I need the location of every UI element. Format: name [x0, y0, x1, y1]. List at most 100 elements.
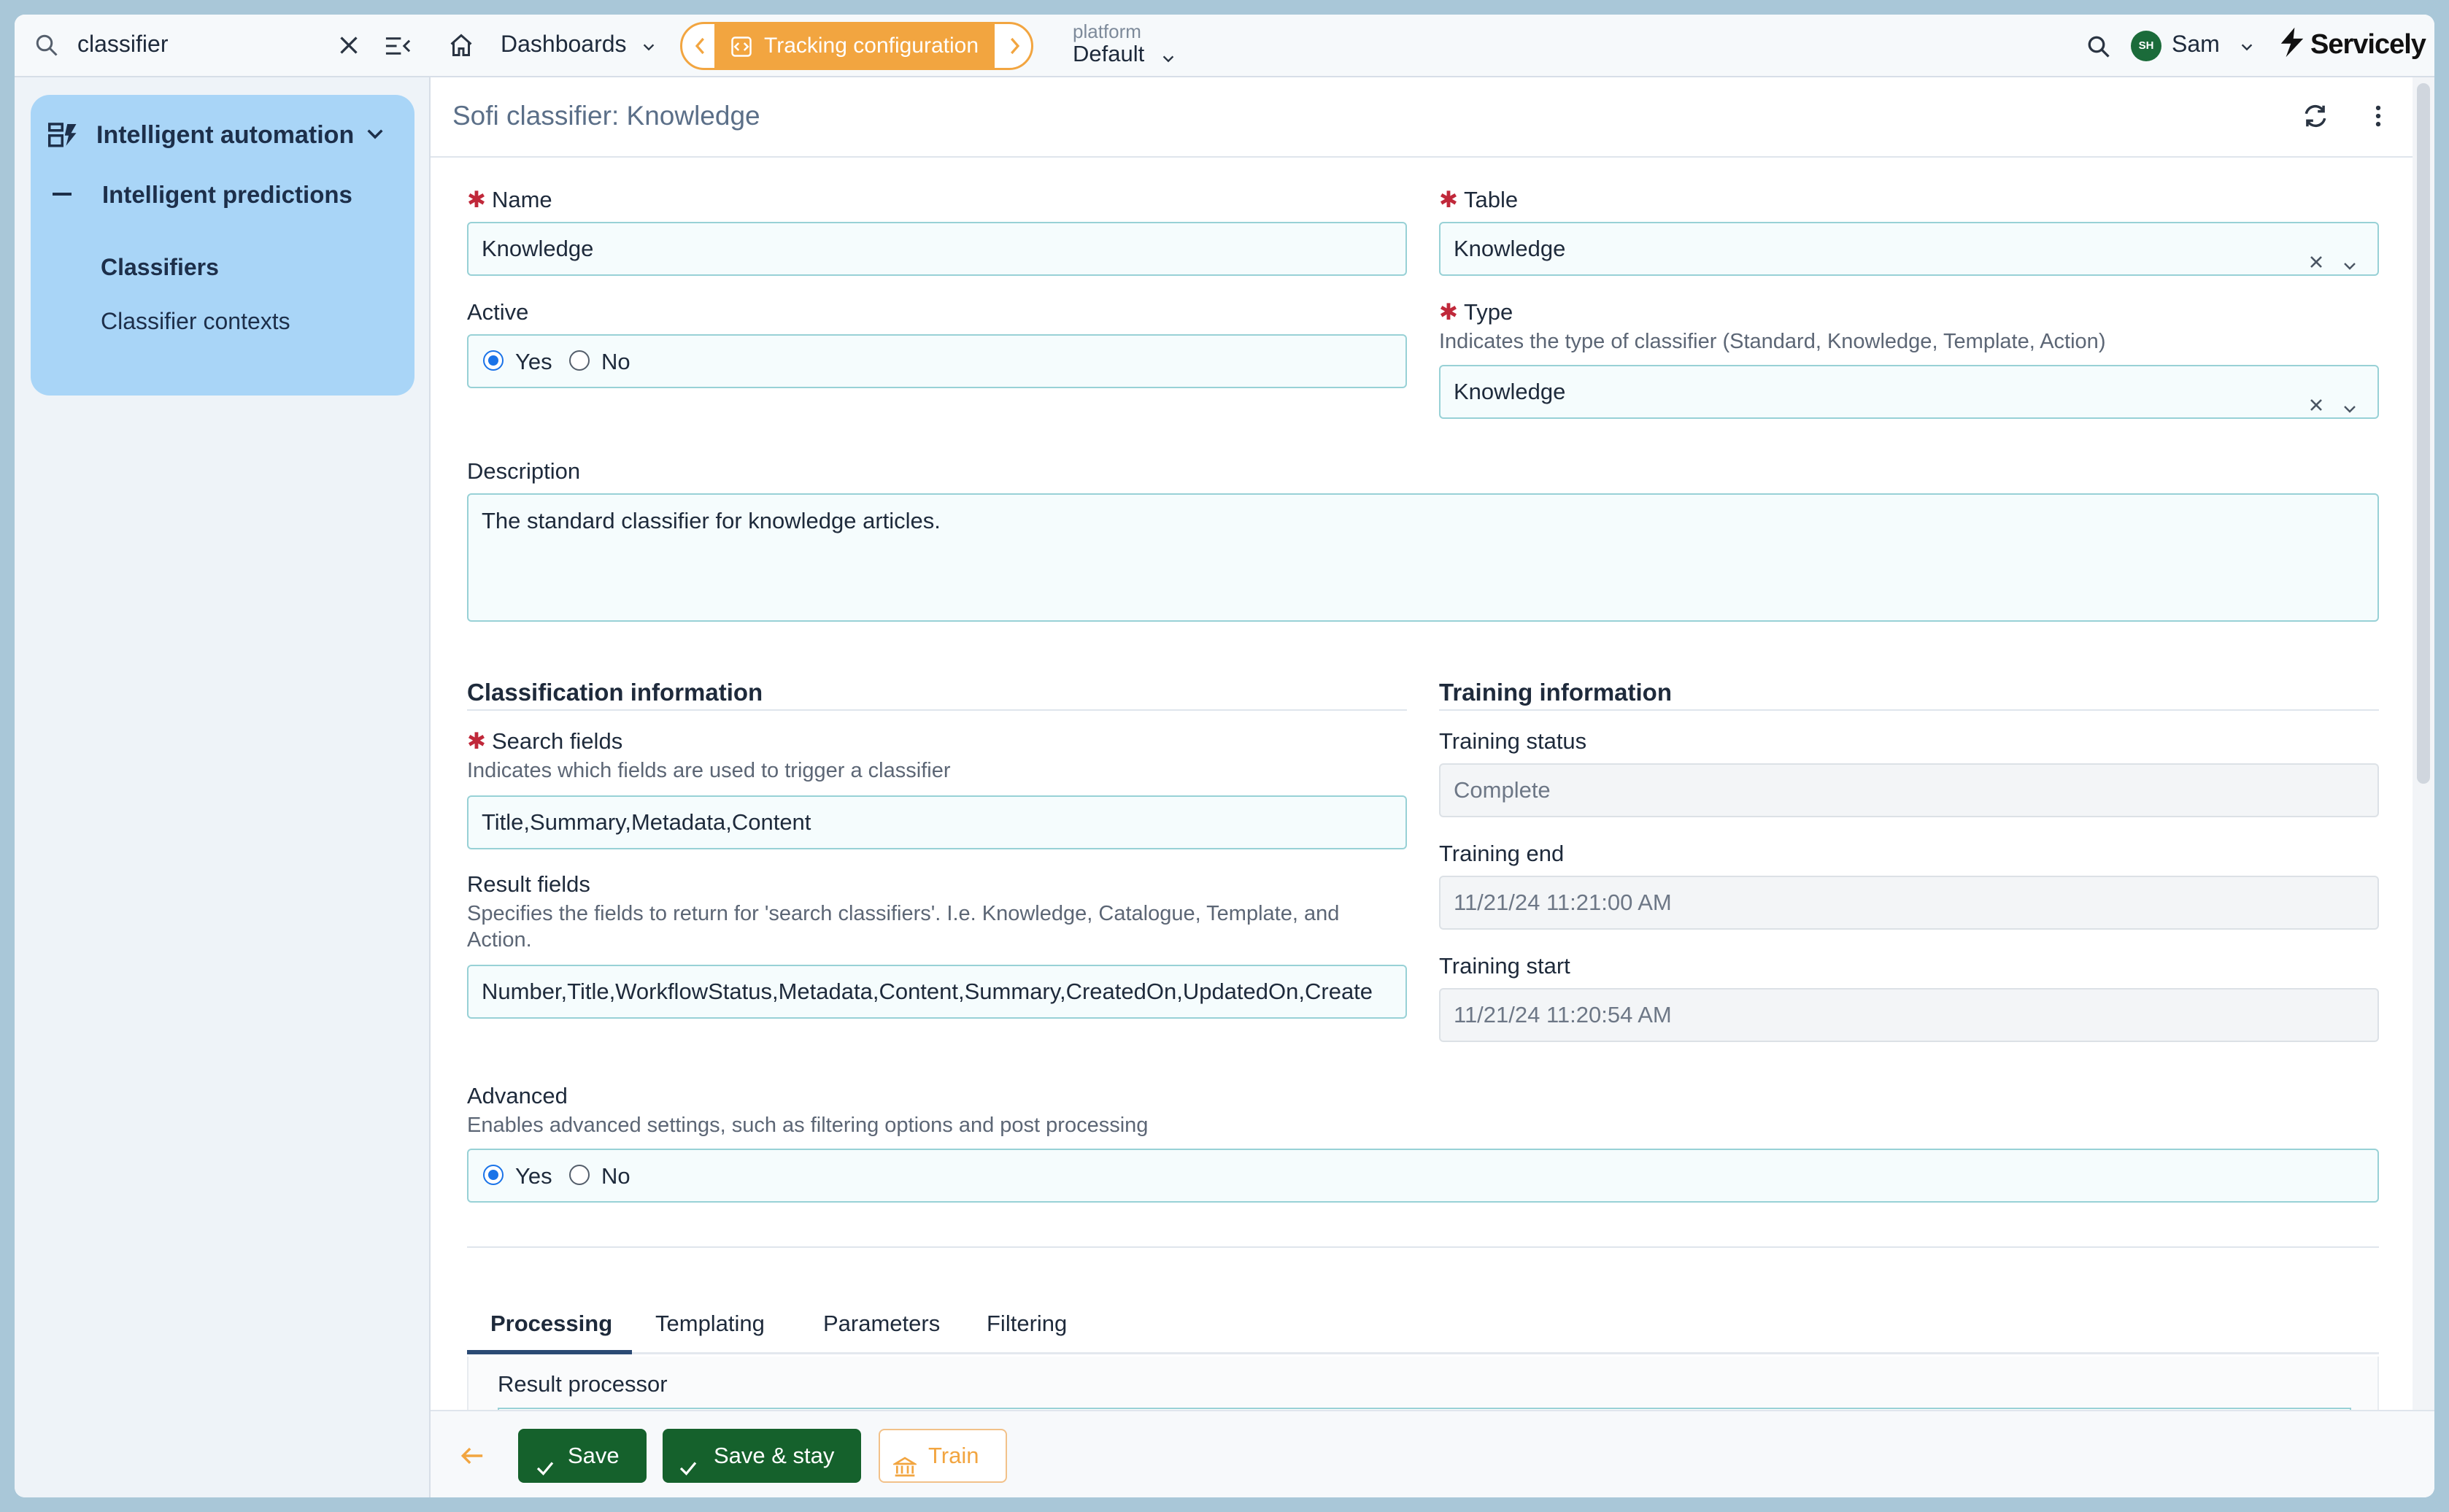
advanced-radio-group: Yes No	[467, 1149, 2379, 1203]
dashboards-menu[interactable]: Dashboards	[501, 31, 627, 58]
advanced-no-radio[interactable]	[569, 1165, 590, 1185]
chevron-down-icon[interactable]	[2239, 39, 2255, 59]
table-select-value: Knowledge	[1454, 236, 1566, 261]
search-fields-label: ✱ Search fields	[467, 728, 623, 754]
tracking-configuration-button[interactable]: Tracking configuration	[714, 24, 995, 68]
avatar[interactable]: SH	[2131, 31, 2161, 61]
save-button-label: Save	[568, 1443, 620, 1468]
type-label: ✱ Type	[1439, 299, 1513, 325]
top-bar: Dashboards Tracking configuration platfo…	[431, 15, 2434, 77]
platform-selector[interactable]: Default	[1073, 41, 1144, 67]
active-yes-radio[interactable]	[483, 350, 504, 371]
type-hint: Indicates the type of classifier (Standa…	[1439, 330, 2106, 353]
chevron-left-icon[interactable]	[690, 34, 711, 61]
form-footer: Save Save & stay Train	[431, 1410, 2434, 1497]
chevron-down-icon[interactable]	[1160, 51, 1176, 71]
clear-search-icon[interactable]	[336, 32, 362, 62]
page-title: Sofi classifier: Knowledge	[452, 101, 760, 131]
servicely-logo: Servicely	[2277, 26, 2426, 62]
advanced-yes-label[interactable]: Yes	[515, 1163, 552, 1189]
name-field[interactable]: Knowledge	[467, 222, 1407, 276]
tab-templating[interactable]: Templating	[655, 1311, 765, 1337]
tab-processing[interactable]: Processing	[490, 1311, 612, 1337]
tracking-configuration-control: Tracking configuration	[680, 22, 1033, 70]
nav-search-input[interactable]: classifier	[77, 31, 168, 58]
global-search-icon[interactable]	[2086, 34, 2112, 63]
type-select-value: Knowledge	[1454, 379, 1566, 404]
active-radio-group: Yes No	[467, 334, 1407, 388]
chevron-down-icon[interactable]	[641, 39, 657, 59]
table-label: ✱ Table	[1439, 187, 1519, 212]
active-yes-label[interactable]: Yes	[515, 349, 552, 375]
collapse-menu-icon[interactable]	[384, 34, 412, 62]
left-navigation: classifier Intelligent automation Intell…	[15, 15, 431, 1497]
nav-search-bar: classifier	[15, 15, 431, 77]
nav-card: Intelligent automation Intelligent predi…	[31, 95, 414, 396]
back-arrow-icon[interactable]	[460, 1445, 485, 1470]
refresh-icon[interactable]	[2302, 102, 2329, 134]
train-button[interactable]: Train	[879, 1429, 1007, 1483]
search-fields-hint: Indicates which fields are used to trigg…	[467, 759, 951, 782]
save-button[interactable]: Save	[518, 1429, 647, 1483]
save-and-stay-label: Save & stay	[714, 1443, 835, 1468]
sidebar-item-classifiers[interactable]: Classifiers	[101, 254, 219, 281]
tab-bar: Processing Templating Parameters Filteri…	[467, 1303, 2379, 1354]
search-icon	[34, 32, 60, 62]
required-marker: ✱	[467, 187, 486, 212]
advanced-label: Advanced	[467, 1083, 568, 1108]
user-menu[interactable]: Sam	[2172, 31, 2220, 58]
required-marker: ✱	[1439, 187, 1458, 212]
advanced-no-label[interactable]: No	[601, 1163, 630, 1189]
description-textarea[interactable]: The standard classifier for knowledge ar…	[467, 493, 2379, 622]
brand-name: Servicely	[2310, 29, 2426, 60]
divider	[467, 709, 1407, 711]
bank-icon	[891, 1445, 919, 1496]
tracking-configuration-label: Tracking configuration	[764, 34, 979, 58]
training-heading: Training information	[1439, 679, 1672, 706]
required-marker: ✱	[467, 728, 486, 754]
collapse-dash-icon	[53, 193, 72, 196]
tab-parameters[interactable]: Parameters	[823, 1311, 940, 1337]
advanced-yes-radio[interactable]	[483, 1165, 504, 1185]
active-no-radio[interactable]	[569, 350, 590, 371]
required-marker: ✱	[1439, 299, 1458, 325]
result-fields-input[interactable]: Number,Title,WorkflowStatus,Metadata,Con…	[467, 965, 1407, 1019]
active-no-label[interactable]: No	[601, 349, 630, 375]
automation-icon	[48, 120, 79, 153]
chevron-right-icon[interactable]	[1003, 34, 1025, 61]
platform-label: platform	[1073, 20, 1141, 42]
scrollbar[interactable]	[2413, 77, 2434, 1424]
scrollbar-thumb[interactable]	[2417, 83, 2430, 784]
chevron-down-icon[interactable]	[2341, 385, 2359, 417]
save-and-stay-button[interactable]: Save & stay	[663, 1429, 861, 1483]
sidebar-item-classifier-contexts[interactable]: Classifier contexts	[101, 308, 290, 335]
chevron-down-icon[interactable]	[2341, 242, 2359, 274]
result-fields-hint: Specifies the fields to return for 'sear…	[467, 902, 1340, 952]
active-label: Active	[467, 299, 529, 325]
code-icon	[730, 36, 752, 61]
table-select[interactable]: Knowledge	[1439, 222, 2379, 276]
divider	[467, 1246, 2379, 1248]
nav-group-intelligent-automation[interactable]: Intelligent automation	[48, 114, 398, 158]
clear-icon[interactable]	[2306, 239, 2326, 274]
check-icon	[677, 1445, 699, 1497]
name-label: ✱ Name	[467, 187, 552, 212]
clear-icon[interactable]	[2306, 382, 2326, 417]
tab-filtering[interactable]: Filtering	[987, 1311, 1067, 1337]
main-panel: Sofi classifier: Knowledge ✱ Name Knowled…	[431, 77, 2434, 1497]
nav-subgroup-label: Intelligent predictions	[102, 181, 352, 208]
type-select[interactable]: Knowledge	[1439, 365, 2379, 419]
nav-group-label: Intelligent automation	[96, 121, 355, 149]
active-tab-indicator	[467, 1350, 632, 1354]
page-header: Sofi classifier: Knowledge	[431, 77, 2413, 158]
check-icon	[534, 1445, 556, 1497]
training-end-field: 11/21/24 11:21:00 AM	[1439, 876, 2379, 930]
search-fields-input[interactable]: Title,Summary,Metadata,Content	[467, 795, 1407, 849]
home-icon[interactable]	[448, 32, 474, 62]
chevron-down-icon[interactable]	[363, 123, 387, 150]
more-options-icon[interactable]	[2364, 102, 2392, 134]
nav-subgroup-intelligent-predictions[interactable]: Intelligent predictions	[48, 175, 398, 216]
training-status-field: Complete	[1439, 763, 2379, 817]
training-end-label: Training end	[1439, 841, 1565, 866]
description-label: Description	[467, 458, 581, 484]
